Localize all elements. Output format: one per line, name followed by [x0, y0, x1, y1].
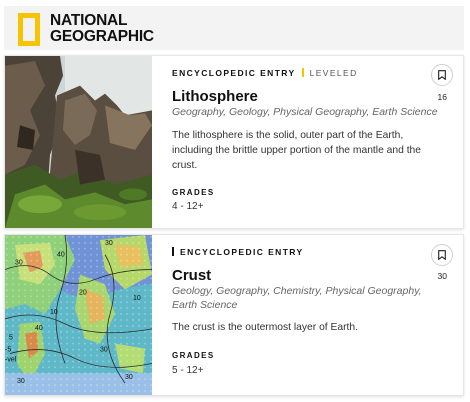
lithosphere-thumbnail[interactable]: [5, 56, 152, 228]
map-label: 30: [105, 240, 113, 247]
kicker-separator: [301, 68, 304, 77]
map-label: 30: [15, 260, 23, 267]
map-label: -5: [5, 347, 11, 354]
map-label: -vel: [5, 356, 17, 363]
kicker-bar: [172, 247, 174, 256]
map-label: 30: [17, 378, 25, 385]
bookmark-button[interactable]: [431, 64, 453, 86]
map-label: 40: [57, 252, 65, 259]
card-title[interactable]: Lithosphere: [172, 88, 258, 105]
grades-heading: GRADES: [172, 351, 215, 360]
card-subjects: Geology, Geography, Chemistry, Physical …: [172, 285, 422, 311]
card-kicker: ENCYCLOPEDIC ENTRY LEVELED: [172, 68, 358, 78]
bookmark-icon: [438, 250, 446, 260]
site-header: NATIONAL GEOGRAPHIC: [4, 6, 464, 50]
card-title[interactable]: Crust: [172, 267, 211, 284]
level-label: LEVELED: [309, 68, 358, 78]
card-description: The crust is the outermost layer of Eart…: [172, 322, 358, 333]
natgeo-logo[interactable]: NATIONAL GEOGRAPHIC: [50, 13, 154, 45]
grades-heading: GRADES: [172, 188, 215, 197]
map-label: 30: [125, 374, 133, 381]
crust-thumbnail[interactable]: 30 40 30 10 20 10 40 30 5 30 -5 -vel 30: [5, 235, 152, 395]
card-body: ENCYCLOPEDIC ENTRY Crust Geology, Geogra…: [172, 235, 453, 395]
bookmark-icon: [438, 70, 446, 80]
bookmark-button[interactable]: [431, 244, 453, 266]
card-subjects: Geography, Geology, Physical Geography, …: [172, 106, 438, 118]
map-label: 10: [133, 295, 141, 302]
kicker-label: ENCYCLOPEDIC ENTRY: [180, 247, 304, 257]
grades-value: 5 - 12+: [172, 365, 204, 376]
logo-line-2: GEOGRAPHIC: [50, 28, 154, 45]
card-body: ENCYCLOPEDIC ENTRY LEVELED Lithosphere Ge…: [172, 56, 453, 228]
map-label: 20: [79, 289, 87, 296]
bookmark-count: 16: [437, 92, 447, 102]
map-label: 40: [35, 325, 43, 332]
grades-value: 4 - 12+: [172, 201, 204, 212]
map-label: 5: [9, 335, 13, 342]
bookmark-count: 30: [437, 271, 447, 281]
rock-photo: [5, 56, 152, 228]
card-kicker: ENCYCLOPEDIC ENTRY: [172, 247, 304, 257]
article-card-lithosphere[interactable]: ENCYCLOPEDIC ENTRY LEVELED Lithosphere Ge…: [4, 55, 464, 229]
card-description: The lithosphere is the solid, outer part…: [172, 130, 422, 171]
kicker-label: ENCYCLOPEDIC ENTRY: [172, 68, 296, 78]
logo-line-1: NATIONAL: [50, 12, 128, 29]
article-card-crust[interactable]: 30 40 30 10 20 10 40 30 5 30 -5 -vel 30 …: [4, 234, 464, 396]
map-label: 30: [100, 347, 108, 354]
map-label: 10: [50, 309, 58, 316]
crust-thickness-map: 30 40 30 10 20 10 40 30 5 30 -5 -vel 30: [5, 235, 152, 395]
natgeo-logo-frame-icon[interactable]: [18, 13, 40, 46]
